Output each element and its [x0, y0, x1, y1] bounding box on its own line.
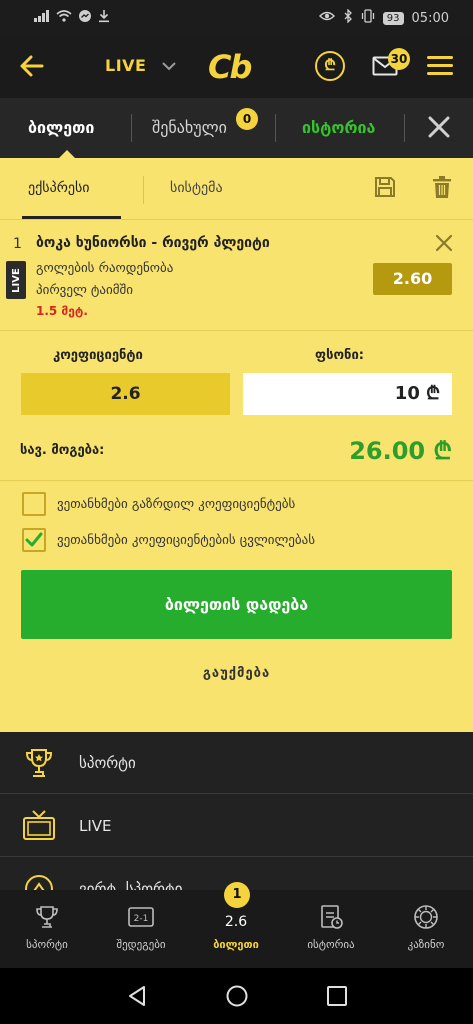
ticket-tabs: ბილეთი შენახული 0 ისტორია [0, 98, 473, 158]
download-icon [98, 9, 110, 27]
tab-divider [404, 114, 405, 142]
system-navigation-bar [0, 968, 473, 1024]
system-recents-icon[interactable] [326, 985, 348, 1007]
menu-item-label: LIVE [79, 817, 112, 835]
live-badge: LIVE [6, 261, 26, 299]
system-back-icon[interactable] [125, 984, 149, 1008]
status-left [34, 9, 110, 27]
menu-item-sport[interactable]: სპორტი [0, 732, 473, 794]
check-icon [25, 532, 43, 547]
event-market: გოლების რაოდენობა [36, 261, 174, 276]
system-home-icon[interactable] [225, 984, 249, 1008]
event-period: პირველ ტაიმში [36, 283, 133, 298]
bottom-navigation: სპორტი 2-1 შედეგები 1 2.6 ბილეთი ისტორია… [0, 882, 473, 968]
saved-count-badge: 0 [236, 108, 258, 130]
trophy-icon [22, 746, 56, 780]
ticket-count-badge: 1 [224, 882, 250, 908]
app-header: LIVE Cb ₾ 30 [0, 34, 473, 98]
bet-event: 1 LIVE ბოკა ხუნიორსი - რივერ პლეიტი გოლე… [0, 221, 473, 331]
agree-changed-label: ვეთანხმები კოეფიციენტების ცვლილებას [57, 533, 316, 548]
coefficient-value: 2.6 [21, 373, 230, 415]
signal-icon [34, 10, 50, 26]
bluetooth-icon [343, 8, 353, 27]
event-odd: 2.60 [373, 263, 452, 295]
svg-text:2-1: 2-1 [134, 914, 149, 924]
battery-level: 93 [382, 11, 404, 25]
subtab-divider [143, 176, 144, 204]
wifi-icon [56, 10, 72, 26]
nav-ticket[interactable]: 1 2.6 ბილეთი [189, 882, 283, 968]
agree-increased-label: ვეთანხმები გაზრდილ კოეფიციენტებს [57, 497, 296, 512]
nav-label: კაზინო [407, 938, 445, 951]
possible-win-label: სავ. მოგება: [20, 443, 105, 458]
stake-input[interactable]: 10 ₾ [243, 373, 452, 415]
agree-changed-checkbox[interactable] [22, 528, 46, 552]
event-number: 1 [13, 236, 22, 252]
betslip-panel: ექსპრესი სისტემა 1 LIVE ბოკა ხუნიორსი - … [0, 158, 473, 732]
back-arrow-icon [20, 55, 44, 77]
nav-results[interactable]: 2-1 შედეგები [94, 890, 188, 968]
nav-label: ბილეთი [213, 938, 259, 951]
nav-history[interactable]: ისტორია [284, 890, 378, 968]
ticket-total-odd: 2.6 [224, 914, 248, 930]
virtual-sport-icon [22, 872, 56, 890]
coefficient-label: კოეფიციენტი [53, 348, 143, 363]
event-title: ბოკა ხუნიორსი - რივერ პლეიტი [36, 235, 270, 251]
close-icon[interactable] [426, 114, 452, 140]
agree-increased-checkbox[interactable] [22, 492, 46, 516]
tab-history[interactable]: ისტორია [302, 118, 375, 137]
tv-icon [22, 809, 56, 843]
back-button[interactable] [18, 52, 46, 80]
menu-item-label: ვირტ. სპორტი [79, 880, 183, 890]
place-bet-button[interactable]: ბილეთის დადება [21, 570, 452, 639]
trophy-icon [34, 904, 60, 930]
event-selection: 1.5 მეტ. [36, 304, 88, 318]
status-right: 93 05:00 [318, 8, 449, 27]
nav-sport[interactable]: სპორტი [0, 890, 94, 968]
live-selector[interactable]: LIVE [105, 56, 146, 75]
tab-ticket[interactable]: ბილეთი [28, 118, 94, 137]
history-clipboard-icon [318, 904, 344, 930]
clock: 05:00 [411, 10, 449, 26]
tab-saved[interactable]: შენახული [152, 118, 227, 137]
tab-divider [131, 114, 132, 142]
sports-menu: სპორტი LIVE ვირტ. სპორტი [0, 732, 473, 890]
vibrate-icon [361, 9, 375, 27]
messenger-icon [78, 9, 92, 27]
crystalbet-logo[interactable]: Cb [208, 48, 266, 86]
mail-count-badge: 30 [388, 48, 410, 70]
active-subtab-underline [22, 216, 121, 219]
divider [0, 480, 473, 481]
tab-express[interactable]: ექსპრესი [28, 180, 90, 196]
scoreboard-icon: 2-1 [128, 904, 154, 930]
menu-item-live[interactable]: LIVE [0, 795, 473, 857]
bet-type-tabs: ექსპრესი სისტემა [0, 158, 473, 220]
casino-chip-icon [413, 904, 439, 930]
cancel-button[interactable]: გაუქმება [0, 666, 473, 681]
status-bar: 93 05:00 [0, 0, 473, 34]
stake-label: ფსონი: [315, 348, 364, 363]
nav-casino[interactable]: კაზინო [379, 890, 473, 968]
tab-divider [275, 114, 276, 142]
tab-system[interactable]: სისტემა [170, 180, 223, 196]
nav-label: სპორტი [26, 938, 68, 951]
eye-icon [318, 10, 335, 26]
nav-label: შედეგები [116, 938, 166, 951]
menu-item-label: სპორტი [79, 754, 136, 772]
nav-label: ისტორია [307, 938, 355, 951]
save-icon[interactable] [374, 176, 396, 198]
chevron-down-icon[interactable] [161, 58, 177, 72]
balance-coin-icon[interactable]: ₾ [315, 51, 345, 81]
remove-event-icon[interactable] [435, 234, 453, 252]
trash-icon[interactable] [432, 175, 452, 199]
menu-hamburger-icon[interactable] [427, 56, 453, 76]
possible-win-value: 26.00 ₾ [349, 437, 452, 465]
